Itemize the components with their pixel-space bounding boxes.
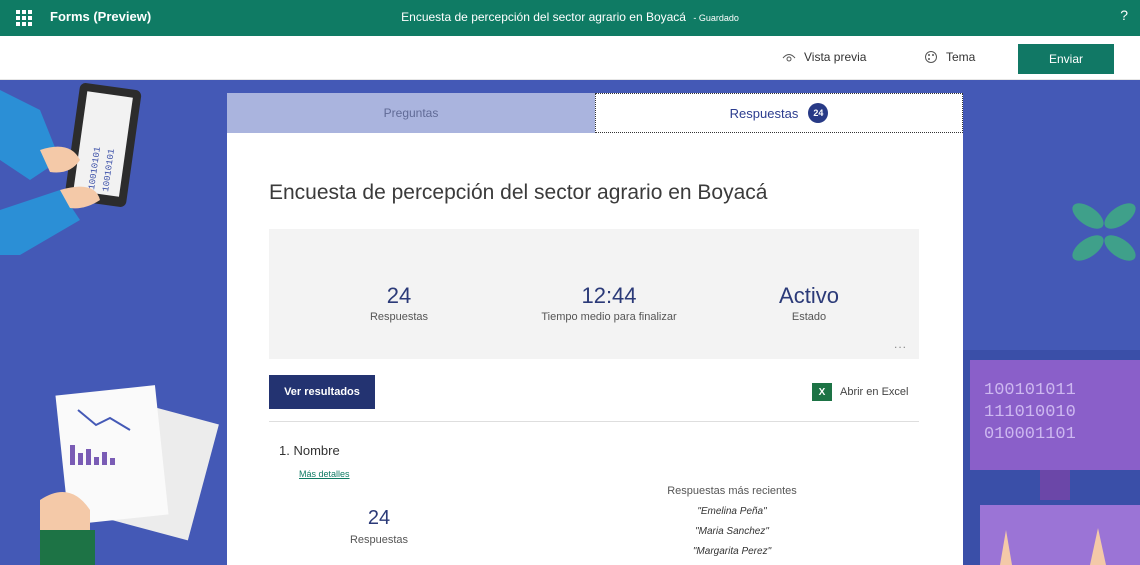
tab-bar: Preguntas Respuestas 24	[227, 93, 963, 133]
view-results-button[interactable]: Ver resultados	[269, 375, 375, 409]
theme-button[interactable]: Tema	[924, 50, 975, 64]
report-papers-illustration	[40, 385, 219, 565]
save-status: - Guardado	[693, 13, 739, 23]
open-in-excel-button[interactable]: X Abrir en Excel	[812, 383, 908, 401]
document-title-text: Encuesta de percepción del sector agrari…	[401, 10, 686, 24]
recent-responses: Respuestas más recientes "Emelina Peña" …	[647, 485, 817, 557]
open-in-excel-label: Abrir en Excel	[840, 386, 909, 398]
stat-status: Activo Estado	[739, 283, 879, 323]
divider	[269, 421, 919, 422]
question-response-count-value: 24	[367, 507, 391, 529]
stat-responses-label: Respuestas	[369, 311, 429, 323]
recent-response-item: "Emelina Peña"	[697, 506, 767, 517]
document-title: Encuesta de percepción del sector agrari…	[0, 10, 1140, 24]
more-options-icon[interactable]: ...	[894, 337, 907, 351]
stat-average-time-label: Tiempo medio para finalizar	[541, 311, 677, 323]
tab-responses[interactable]: Respuestas 24	[595, 93, 963, 133]
preview-button[interactable]: Vista previa	[782, 50, 866, 64]
recent-response-item: "Maria Sanchez"	[695, 526, 769, 537]
binary-line-3: 010001101	[984, 425, 1076, 444]
responses-count-badge: 24	[808, 103, 829, 123]
stat-average-time: 12:44 Tiempo medio para finalizar	[509, 283, 709, 323]
recent-responses-title: Respuestas más recientes	[667, 485, 797, 497]
theme-label: Tema	[946, 50, 976, 64]
tablet-hands-illustration: 10010101 10010101	[0, 83, 142, 255]
stat-responses-value: 24	[386, 283, 412, 308]
plant-illustration	[1072, 203, 1136, 261]
tab-responses-label: Respuestas	[729, 105, 799, 121]
responses-card: Preguntas Respuestas 24 Encuesta de perc…	[227, 93, 963, 565]
top-bar: Forms (Preview) Encuesta de percepción d…	[0, 0, 1140, 36]
stat-status-label: Estado	[791, 311, 827, 323]
summary-panel: 24 Respuestas 12:44 Tiempo medio para fi…	[269, 229, 919, 359]
binary-line-2: 111010010	[984, 403, 1076, 422]
question-response-count-label: Respuestas	[349, 534, 409, 546]
more-details-link[interactable]: Más detalles	[299, 469, 350, 479]
form-title: Encuesta de percepción del sector agrari…	[269, 181, 768, 204]
eye-icon	[782, 54, 796, 62]
send-button[interactable]: Enviar	[1018, 44, 1114, 74]
preview-label: Vista previa	[804, 50, 867, 64]
stat-responses: 24 Respuestas	[329, 283, 469, 323]
palette-icon	[925, 51, 937, 63]
help-icon[interactable]: ?	[1120, 7, 1128, 23]
monitor-illustration: 100101011 111010010 010001101	[970, 360, 1140, 565]
recent-response-item: "Margarita Perez"	[692, 546, 772, 557]
stat-status-value: Activo	[779, 283, 839, 308]
command-bar: Vista previa Tema Enviar	[0, 36, 1140, 80]
stat-average-time-value: 12:44	[581, 283, 637, 308]
question-title: 1. Nombre	[279, 443, 340, 458]
binary-line-1: 100101011	[984, 381, 1076, 400]
question-response-count: 24 Respuestas	[329, 507, 429, 546]
tab-questions[interactable]: Preguntas	[227, 93, 595, 133]
excel-icon: X	[812, 383, 832, 401]
